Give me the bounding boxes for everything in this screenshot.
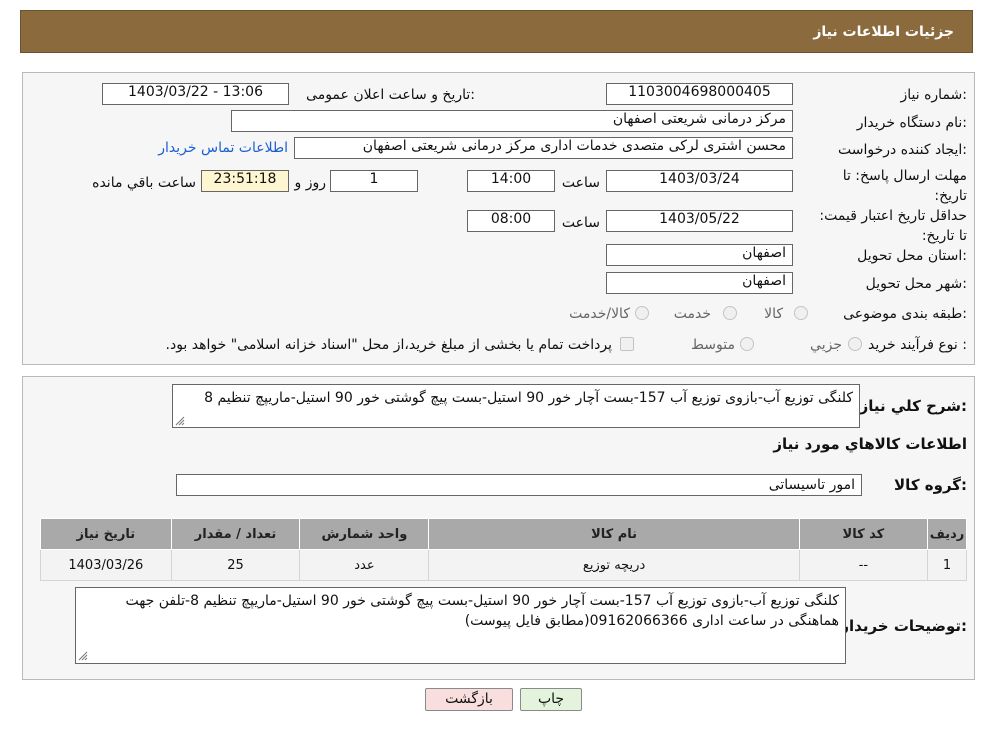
price-validity-label: حداقل تاریخ اعتبار قیمت: تا تاریخ: — [819, 208, 967, 244]
col-date-header: تاریخ نیاز — [40, 518, 172, 550]
treasury-checkbox[interactable] — [620, 337, 634, 351]
resize-grip-icon[interactable] — [175, 416, 185, 426]
purchase-medium-label: متوسط — [691, 337, 735, 353]
remaining-time-label: ساعت باقي مانده — [92, 175, 196, 191]
page-header: جزئیات اطلاعات نیاز — [20, 10, 973, 53]
city-label: شهر محل تحویل: — [865, 276, 967, 292]
deadline-time-label: ساعت — [561, 175, 600, 191]
goods-table-header: رديف کد کالا نام کالا واحد شمارش تعداد /… — [40, 518, 967, 550]
summary-text: کلنگی توزیع آب-بازوی توزیع آب 157-بست آچ… — [204, 390, 853, 406]
purchase-medium-radio[interactable] — [740, 337, 754, 351]
category-label: طبقه بندی موضوعی: — [843, 306, 967, 322]
category-goods-radio[interactable] — [794, 306, 808, 320]
goods-info-title: اطلاعات کالاهاي مورد نياز — [773, 435, 967, 453]
buyer-org-field: مرکز درمانی شریعتی اصفهان — [231, 110, 793, 132]
category-goods-service-label: کالا/خدمت — [569, 306, 630, 322]
buyer-org-label: نام دستگاه خریدار: — [856, 115, 967, 131]
cell-date: 1403/03/26 — [40, 549, 172, 581]
category-service-label: خدمت — [673, 306, 711, 322]
col-quantity-header: تعداد / مقدار — [170, 518, 301, 550]
category-goods-service-radio[interactable] — [635, 306, 649, 320]
province-label: استان محل تحویل: — [857, 248, 967, 264]
days-label: روز و — [294, 175, 327, 191]
announce-label: تاریخ و ساعت اعلان عمومی: — [306, 87, 475, 103]
cell-unit: عدد — [299, 549, 430, 581]
cell-quantity: 25 — [170, 549, 301, 581]
need-number-field: 1103004698000405 — [606, 83, 793, 105]
cell-code: -- — [798, 549, 929, 581]
summary-textarea[interactable]: کلنگی توزیع آب-بازوی توزیع آب 157-بست آچ… — [172, 384, 860, 428]
goods-table: رديف کد کالا نام کالا واحد شمارش تعداد /… — [40, 518, 967, 581]
deadline-date-field: 1403/03/24 — [606, 170, 793, 192]
price-validity-date-field: 1403/05/22 — [606, 210, 793, 232]
purchase-type-label: نوع فرآیند خرید : — [868, 337, 967, 353]
creator-label: ایجاد کننده درخواست: — [838, 142, 967, 158]
goods-group-label: گروه کالا: — [894, 476, 967, 494]
cell-name: دریچه توزیع — [428, 549, 800, 581]
col-unit-header: واحد شمارش — [299, 518, 430, 550]
category-goods-label: کالا — [764, 306, 783, 322]
cell-row: 1 — [927, 549, 967, 581]
price-validity-time-label: ساعت — [561, 215, 600, 231]
col-row-header: رديف — [927, 518, 967, 550]
city-field: اصفهان — [606, 272, 793, 294]
creator-field: محسن اشتری لرکی متصدی خدمات اداری مرکز د… — [294, 137, 793, 159]
table-row: 1 -- دریچه توزیع عدد 25 1403/03/26 — [40, 549, 967, 581]
purchase-minor-radio[interactable] — [848, 337, 862, 351]
back-button[interactable]: بازگشت — [425, 688, 513, 711]
category-service-radio[interactable] — [723, 306, 737, 320]
province-field: اصفهان — [606, 244, 793, 266]
page-title: جزئیات اطلاعات نیاز — [813, 24, 954, 40]
days-field: 1 — [330, 170, 418, 192]
buyer-contact-link[interactable]: اطلاعات تماس خریدار — [158, 140, 288, 156]
treasury-note: پرداخت تمام یا بخشی از مبلغ خرید،از محل … — [165, 337, 612, 353]
goods-group-field: امور تاسیساتی — [176, 474, 862, 496]
deadline-label: مهلت ارسال پاسخ: تا تاریخ: — [842, 168, 967, 204]
print-button[interactable]: چاپ — [520, 688, 582, 711]
need-number-label: شماره نیاز: — [900, 87, 967, 103]
buyer-notes-text: کلنگی توزیع آب-بازوی توزیع آب 157-بست آچ… — [125, 593, 839, 629]
purchase-minor-label: جزیي — [810, 337, 842, 353]
col-name-header: نام کالا — [428, 518, 800, 550]
remaining-time-field: 23:51:18 — [201, 170, 289, 192]
col-code-header: کد کالا — [798, 518, 929, 550]
resize-grip-icon[interactable] — [78, 651, 88, 661]
summary-label: شرح کلي نياز: — [859, 397, 967, 415]
buyer-notes-textarea[interactable]: کلنگی توزیع آب-بازوی توزیع آب 157-بست آچ… — [75, 587, 846, 664]
announce-field: 1403/03/22 - 13:06 — [102, 83, 289, 105]
deadline-time-field: 14:00 — [467, 170, 555, 192]
buyer-notes-label: توضیحات خریدار: — [840, 617, 967, 635]
price-validity-time-field: 08:00 — [467, 210, 555, 232]
